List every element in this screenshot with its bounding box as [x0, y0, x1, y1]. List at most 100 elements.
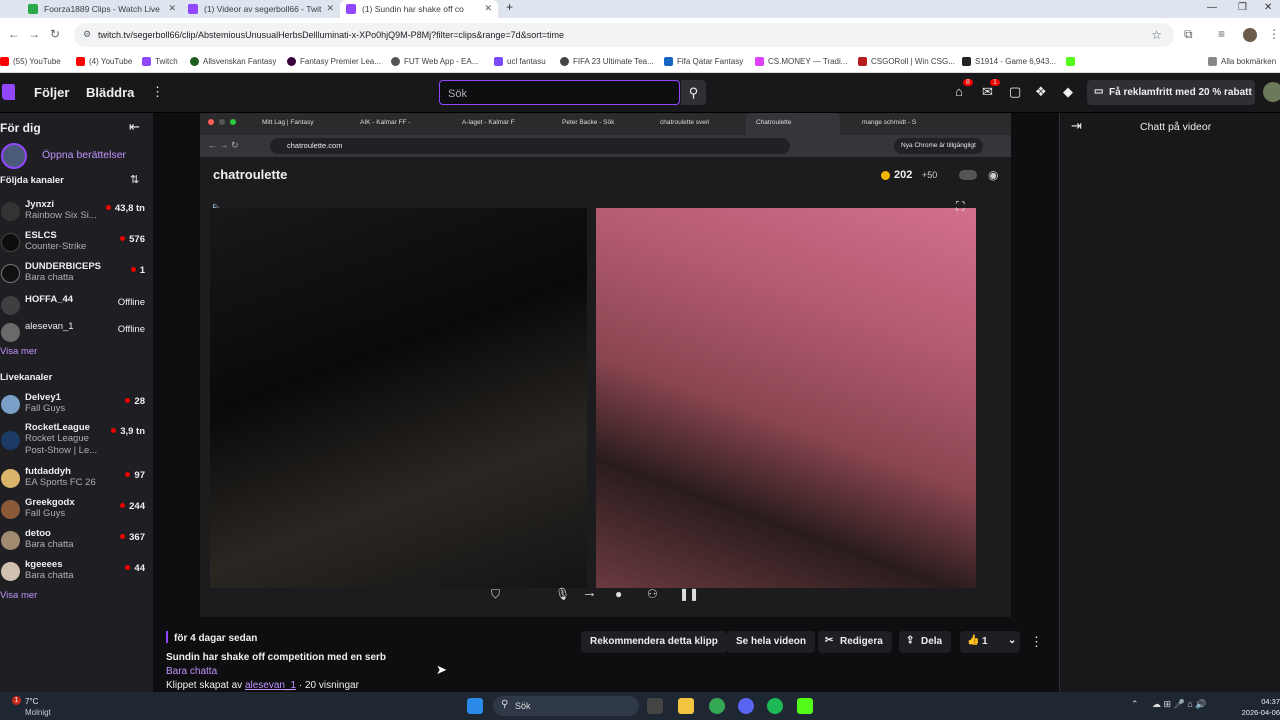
stories-avatar[interactable] [1, 143, 27, 169]
live-channel[interactable]: futdaddyh EA Sports FC 26 97 [0, 466, 153, 496]
followed-channel[interactable]: HOFFA_44 Offline [0, 293, 153, 323]
reload-icon[interactable]: ↻ [50, 27, 60, 41]
bookmark[interactable]: Twitch [142, 57, 178, 66]
offline-status: Offline [117, 324, 145, 335]
bookmark[interactable]: CS.MONEY — Tradi... [755, 57, 847, 66]
collapse-sidebar-icon[interactable]: ⇤ [129, 119, 140, 135]
forward-icon[interactable]: → [28, 27, 40, 41]
windows-start-icon[interactable] [467, 698, 483, 714]
star-icon[interactable]: ☆ [1151, 28, 1162, 42]
menu-icon[interactable]: ⋮ [1268, 27, 1280, 41]
browser-tab[interactable]: (1) Videor av segerboll66 - Twit ✕ [182, 0, 340, 18]
followed-channel[interactable]: ESLCS Counter-Strike 576 [0, 230, 153, 260]
browser-tab-active[interactable]: (1) Sundin har shake off co ✕ [340, 0, 498, 18]
clock-date[interactable]: 2026-04-06 [1233, 708, 1280, 717]
minimize-icon[interactable]: — [1207, 2, 1217, 13]
inbox-icon[interactable]: ✉ [982, 84, 993, 100]
live-channel[interactable]: RocketLeague Rocket League Post-Show | L… [0, 422, 153, 466]
clock-time[interactable]: 04:37 [1236, 697, 1280, 706]
recommend-clip-button[interactable]: Rekommendera detta klipp [581, 631, 727, 653]
bookmark[interactable]: (55) YouTube [0, 57, 61, 66]
close-window-icon[interactable]: ✕ [1264, 2, 1272, 13]
bookmark-label: Twitch [155, 57, 178, 66]
search-button[interactable]: ⚲ [681, 80, 706, 105]
clip-category-link[interactable]: Bara chatta [166, 666, 217, 677]
avatar [1, 323, 20, 342]
live-channel[interactable]: Delvey1 Fall Guys 28 [0, 392, 153, 422]
bookmark[interactable]: ucl fantasu [494, 57, 546, 66]
discord-icon[interactable] [738, 698, 754, 714]
inner-tab: Peter Backe - Sök [562, 119, 615, 126]
more-options-icon[interactable]: ⋮ [1030, 634, 1043, 650]
folder-icon [1208, 57, 1217, 66]
creator-link[interactable]: alesevan_1 [245, 680, 296, 691]
weather-temp[interactable]: 7°C [25, 697, 38, 706]
share-label: Dela [921, 636, 943, 647]
kick-app-icon[interactable] [797, 698, 813, 714]
live-channel[interactable]: kgeeees Bara chatta 44 [0, 559, 153, 589]
tray-icons[interactable]: ☁ ⊞ 🎤 ⌂ 🔊 [1152, 699, 1206, 710]
more-icon[interactable]: ⋮ [151, 84, 164, 100]
kick-icon [1066, 57, 1075, 66]
chrome-icon[interactable] [709, 698, 725, 714]
show-more-followed-link[interactable]: Visa mer [0, 346, 37, 357]
bookmark[interactable]: FUT Web App - EA... [391, 57, 478, 66]
twitch-logo-icon[interactable] [2, 84, 15, 100]
bits-icon[interactable]: ◆ [1063, 84, 1073, 100]
whispers-icon[interactable]: ▢ [1009, 84, 1021, 100]
user-avatar[interactable] [1263, 82, 1280, 102]
spotify-icon[interactable] [767, 698, 783, 714]
site-info-icon[interactable]: ⚙ [83, 29, 91, 40]
close-icon[interactable]: ✕ [168, 3, 176, 14]
close-icon[interactable]: ✕ [484, 3, 492, 14]
following-link[interactable]: Följer [34, 85, 69, 100]
extensions-icon[interactable]: ⧉ [1184, 27, 1193, 42]
promo-label: Få reklamfritt med 20 % rabatt [1109, 87, 1252, 98]
live-channel[interactable]: Greekgodx Fall Guys 244 [0, 497, 153, 527]
bookmark[interactable]: CSGORoll | Win CSG... [858, 57, 955, 66]
followed-channel[interactable]: Jynxzi Rainbow Six Si... 43,8 tn [0, 199, 153, 229]
maximize-icon[interactable]: ❐ [1238, 2, 1247, 13]
tray-chevron-icon[interactable]: ⌃ [1131, 699, 1139, 710]
bookmark[interactable]: Allsvenskan Fantasy [190, 57, 276, 66]
extensions-icon[interactable]: ❖ [1035, 84, 1047, 100]
file-explorer-icon[interactable] [678, 698, 694, 714]
url-field[interactable]: ⚙ twitch.tv/segerboll66/clip/AbstemiousU… [74, 23, 1174, 47]
chevron-down-icon[interactable]: ⌄ [1008, 635, 1016, 646]
watch-full-video-button[interactable]: Se hela videon [727, 631, 816, 653]
bookmark[interactable]: S1914 - Game 6,943... [962, 57, 1056, 66]
close-icon[interactable]: ✕ [326, 3, 334, 14]
sort-icon[interactable]: ⇅ [130, 173, 139, 186]
bookmark[interactable] [1066, 57, 1079, 66]
ad-free-promo-button[interactable]: ▭ Få reklamfritt med 20 % rabatt [1087, 80, 1255, 105]
bookmark[interactable]: Fantasy Premier Lea... [287, 57, 381, 66]
live-channel[interactable]: detoo Bara chatta 367 [0, 528, 153, 558]
viewer-count: 3,9 tn [111, 426, 145, 437]
taskbar-search[interactable]: ⚲ Sök [493, 696, 639, 716]
show-more-live-link[interactable]: Visa mer [0, 590, 37, 601]
edit-button[interactable]: ✂ Redigera [818, 631, 892, 653]
tab-search-icon[interactable]: ≡ [1218, 27, 1225, 41]
bookmark[interactable]: FIFA 23 Ultimate Tea... [560, 57, 654, 66]
new-tab-button[interactable]: + [506, 0, 513, 14]
expand-chat-icon[interactable]: ⇥ [1071, 118, 1082, 134]
bookmark-label: (55) YouTube [13, 57, 61, 66]
share-button[interactable]: ⇪ Dela [899, 631, 952, 653]
all-bookmarks[interactable]: Alla bokmärken [1208, 57, 1276, 66]
browse-link[interactable]: Bläddra [86, 85, 134, 100]
bookmark[interactable]: Fifa Qatar Fantasy [664, 57, 743, 66]
traffic-light-icon [230, 119, 236, 125]
followed-channel[interactable]: DUNDERBICEPS Bara chatta 1 [0, 261, 153, 291]
bookmark[interactable]: (4) YouTube [76, 57, 132, 66]
search-input[interactable]: Sök [439, 80, 680, 105]
profile-avatar[interactable] [1243, 28, 1257, 42]
weather-desc[interactable]: Molnigt [25, 708, 51, 717]
clip-video-player[interactable]: Mitt Lag | Fantasy AIK - Kalmar FF - A-l… [200, 113, 1011, 617]
viewers-text: 3,9 tn [120, 426, 145, 437]
open-stories-link[interactable]: Öppna berättelser [42, 149, 126, 161]
task-view-icon[interactable] [647, 698, 663, 714]
browser-tab[interactable]: Foorza1889 Clips - Watch Live ✕ [22, 0, 182, 18]
back-icon[interactable]: ← [8, 27, 20, 41]
like-button[interactable]: 👍 1 ⌄ [960, 631, 1020, 653]
prime-loot-icon[interactable]: ⌂ [955, 84, 963, 99]
